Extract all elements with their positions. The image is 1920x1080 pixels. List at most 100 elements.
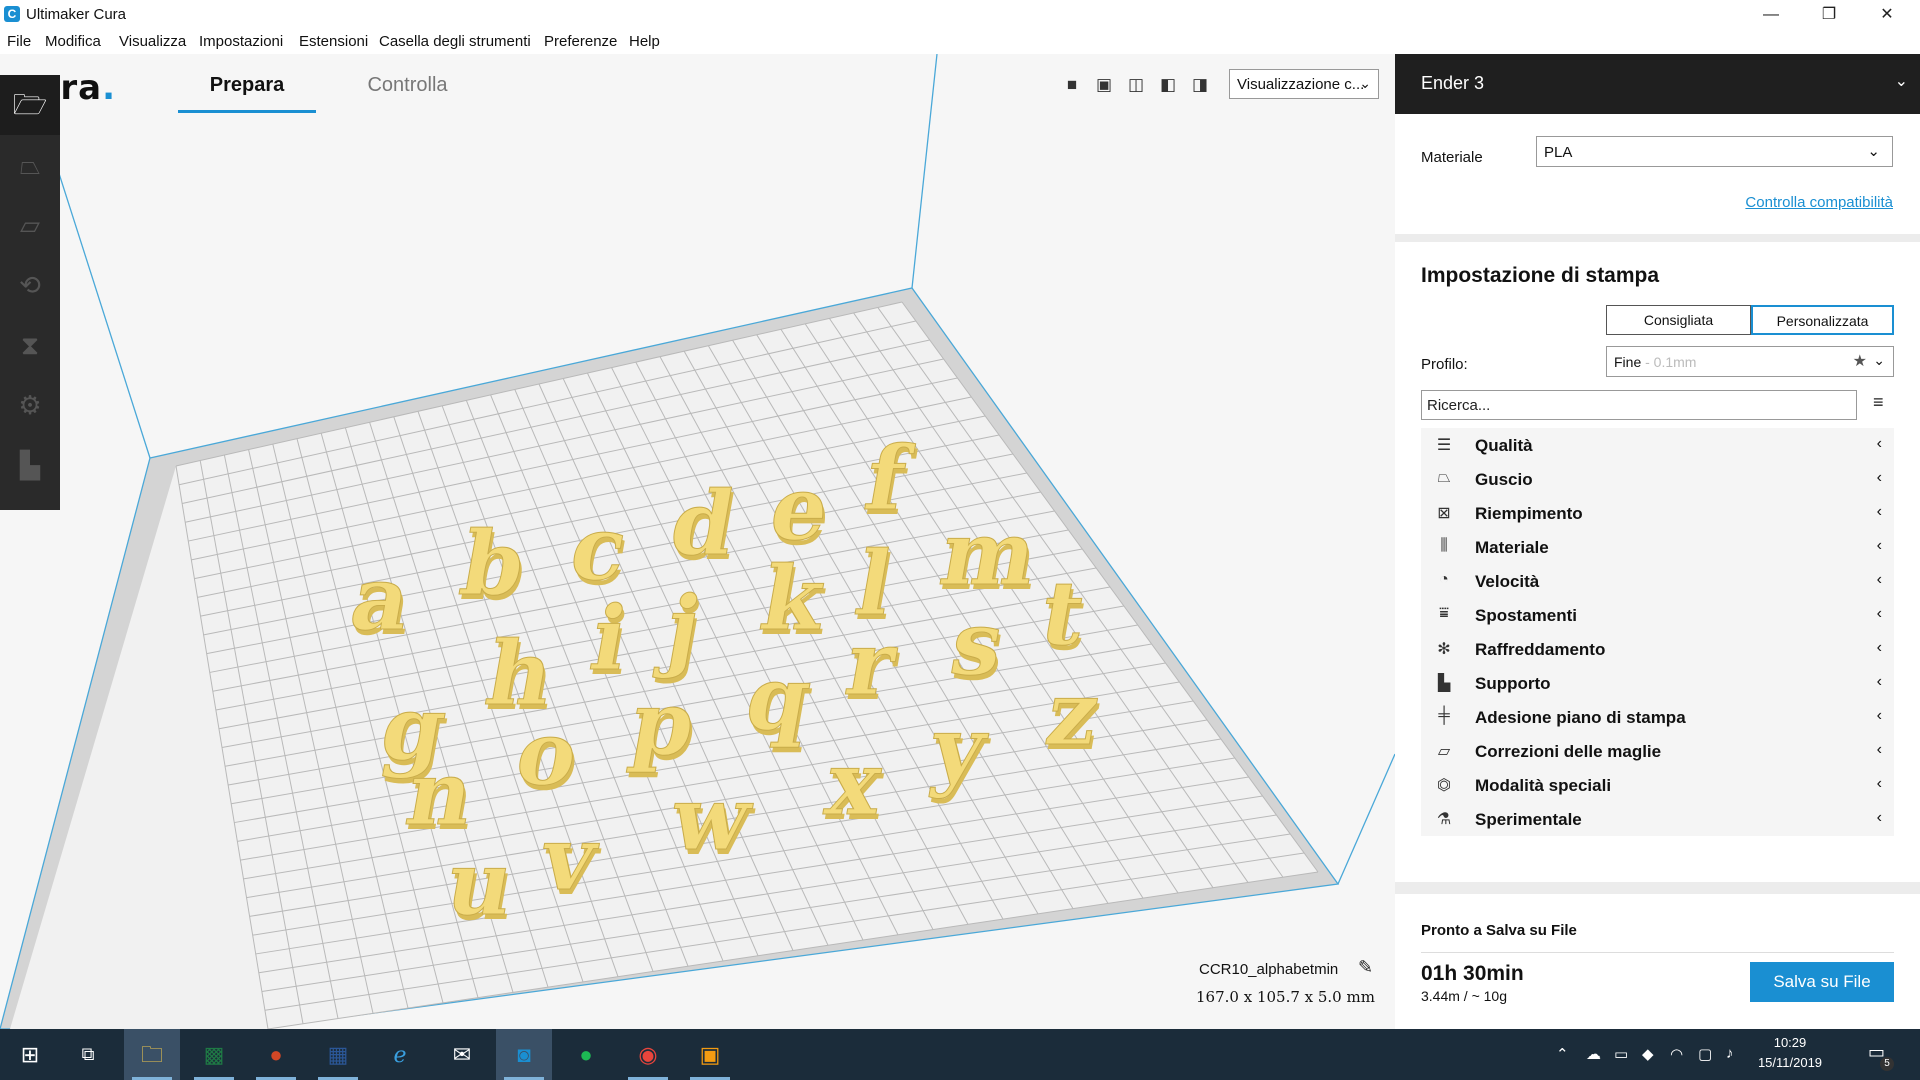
window-title: Ultimaker Cura (26, 6, 127, 23)
category-modalita-speciali[interactable]: ⏣ Modalità speciali ‹ (1421, 768, 1894, 802)
3d-view-icon[interactable]: ■ (1061, 74, 1083, 96)
menu-visualizza[interactable]: Visualizza (119, 33, 186, 50)
material-dropdown[interactable]: PLA ⌄ (1536, 136, 1893, 167)
task-view-icon[interactable]: ⧉ (60, 1029, 116, 1080)
excel-icon[interactable]: ▩ (186, 1029, 242, 1080)
restore-button[interactable]: ❐ (1806, 0, 1852, 29)
scale-icon[interactable]: ⏥ (0, 195, 60, 255)
logo-dot: . (102, 68, 116, 108)
settings-search-input[interactable] (1421, 390, 1857, 420)
menu-impostazioni[interactable]: Impostazioni (199, 33, 283, 50)
mail-icon[interactable]: ✉ (434, 1029, 490, 1080)
network-icon[interactable]: ▢ (1698, 1045, 1712, 1063)
category-qualita[interactable]: ☰ Qualità ‹ (1421, 428, 1894, 462)
category-velocita[interactable]: ◔ Velocità ‹ (1421, 564, 1894, 598)
dropbox-icon[interactable]: ◆ (1642, 1045, 1654, 1063)
category-riempimento[interactable]: ⊠ Riempimento ‹ (1421, 496, 1894, 530)
tool-toolbar: 🗁 ⏢ ⏥ ⟲ ⧗ ⚙ ▙ (0, 75, 60, 510)
front-view-icon[interactable]: ▣ (1093, 74, 1115, 96)
category-label: Velocità (1475, 572, 1540, 591)
hamburger-menu-icon[interactable]: ≡ (1873, 392, 1884, 413)
adhesion-icon: ╪ (1438, 707, 1450, 724)
category-label: Spostamenti (1475, 606, 1578, 625)
chevron-left-icon: ‹ (1876, 605, 1882, 622)
onedrive-icon[interactable]: ☁ (1586, 1045, 1601, 1063)
internet-explorer-icon[interactable]: ℯ (372, 1029, 428, 1080)
menu-bar: File Modifica Visualizza Impostazioni Es… (0, 29, 1920, 54)
top-view-icon[interactable]: ◫ (1125, 74, 1147, 96)
windows-start-icon[interactable]: ⊞ (2, 1029, 58, 1080)
rotate-icon[interactable]: ⟲ (0, 255, 60, 315)
printer-name: Ender 3 (1421, 73, 1485, 93)
chevron-up-icon[interactable]: ⌃ (1556, 1045, 1569, 1063)
category-materiale[interactable]: ⫼ Materiale ‹ (1421, 530, 1894, 564)
file-explorer-icon[interactable]: 🗀 (124, 1029, 180, 1080)
volume-icon[interactable]: ♪ (1726, 1045, 1734, 1062)
view-type-dropdown[interactable]: Visualizzazione c... ⌄ (1229, 69, 1379, 99)
menu-modifica[interactable]: Modifica (45, 33, 101, 50)
fusion-icon[interactable]: ▣ (682, 1029, 738, 1080)
category-adesione[interactable]: ╪ Adesione piano di stampa ‹ (1421, 700, 1894, 734)
minimize-button[interactable]: — (1748, 0, 1794, 29)
close-button[interactable]: ✕ (1864, 0, 1910, 29)
cura-taskbar-icon[interactable]: ◙ (496, 1029, 552, 1080)
clock-date[interactable]: 15/11/2019 (1752, 1055, 1828, 1070)
build-volume[interactable]: aa bb cc dd ee ffgg hh ii jj kk ll mmnn oo pp qq rr ss tt… (0, 54, 1395, 1029)
move-icon[interactable]: ⏢ (0, 135, 60, 195)
menu-estensioni[interactable]: Estensioni (299, 33, 368, 50)
left-view-icon[interactable]: ◧ (1157, 74, 1179, 96)
chevron-down-icon: ⌄ (1894, 73, 1908, 90)
object-dimensions: 167.0 x 105.7 x 5.0 mm (1196, 988, 1375, 1006)
menu-file[interactable]: File (7, 33, 31, 50)
category-correzioni-maglie[interactable]: ⏥ Correzioni delle maglie ‹ (1421, 734, 1894, 768)
material-label: Materiale (1421, 149, 1483, 166)
category-guscio[interactable]: ⏢ Guscio ‹ (1421, 462, 1894, 496)
chevron-left-icon: ‹ (1876, 707, 1882, 724)
check-compatibility-link[interactable]: Controlla compatibilità (1745, 194, 1893, 211)
print-time[interactable]: 01h 30min (1421, 962, 1524, 986)
printer-selector[interactable]: Ender 3 ⌄ (1395, 54, 1920, 114)
special-modes-icon: ⏣ (1437, 777, 1451, 794)
custom-mode-button[interactable]: Personalizzata (1751, 305, 1894, 335)
category-sperimentale[interactable]: ⚗ Sperimentale ‹ (1421, 802, 1894, 836)
material-usage: 3.44m / ~ 10g (1421, 988, 1508, 1004)
clock-time[interactable]: 10:29 (1760, 1035, 1820, 1050)
menu-help[interactable]: Help (629, 33, 660, 50)
category-supporto[interactable]: ▙ Supporto ‹ (1421, 666, 1894, 700)
settings-panel: Ender 3 ⌄ Materiale PLA ⌄ Controlla comp… (1395, 54, 1920, 1029)
menu-casella-strumenti[interactable]: Casella degli strumenti (379, 33, 531, 50)
tab-prepara[interactable]: Prepara (178, 74, 316, 97)
right-view-icon[interactable]: ◨ (1189, 74, 1211, 96)
battery-icon[interactable]: ▭ (1614, 1045, 1628, 1063)
save-to-file-button[interactable]: Salva su File (1750, 962, 1894, 1002)
category-label: Adesione piano di stampa (1475, 708, 1686, 727)
build-volume-edge (1337, 753, 1395, 885)
chevron-left-icon: ‹ (1876, 775, 1882, 792)
powerpoint-icon[interactable]: ● (248, 1029, 304, 1080)
open-folder-icon[interactable]: 🗁 (0, 75, 60, 135)
experimental-icon: ⚗ (1436, 811, 1452, 828)
mirror-icon[interactable]: ⧗ (0, 315, 60, 375)
word-icon[interactable]: ▦ (310, 1029, 366, 1080)
chrome-icon[interactable]: ◉ (620, 1029, 676, 1080)
support-icon: ▙ (1437, 675, 1451, 692)
chevron-down-icon: ⌄ (1359, 75, 1371, 91)
per-model-settings-icon[interactable]: ⚙ (0, 375, 60, 435)
tab-controlla[interactable]: Controlla (350, 74, 465, 97)
category-label: Raffreddamento (1475, 640, 1606, 659)
category-raffreddamento[interactable]: ✻ Raffreddamento ‹ (1421, 632, 1894, 666)
profile-label: Profilo: (1421, 356, 1468, 373)
support-blocker-icon[interactable]: ▙ (0, 435, 60, 495)
category-spostamenti[interactable]: ⩸ Spostamenti ‹ (1421, 598, 1894, 632)
3d-viewport[interactable]: aabbccddeeffgghhiijjkkllmmnnooppqqrrsstt… (0, 54, 1395, 1029)
active-tab-indicator (178, 110, 316, 113)
category-label: Correzioni delle maglie (1475, 742, 1662, 761)
profile-dropdown[interactable]: Fine - 0.1mm ★ ⌄ (1606, 346, 1894, 377)
pencil-icon[interactable]: ✎ (1358, 957, 1373, 978)
star-icon: ★ (1852, 353, 1867, 370)
chevron-left-icon: ‹ (1876, 571, 1882, 588)
spotify-icon[interactable]: ● (558, 1029, 614, 1080)
wifi-icon[interactable]: ◠ (1670, 1045, 1683, 1063)
recommended-mode-button[interactable]: Consigliata (1606, 305, 1751, 335)
menu-preferenze[interactable]: Preferenze (544, 33, 617, 50)
